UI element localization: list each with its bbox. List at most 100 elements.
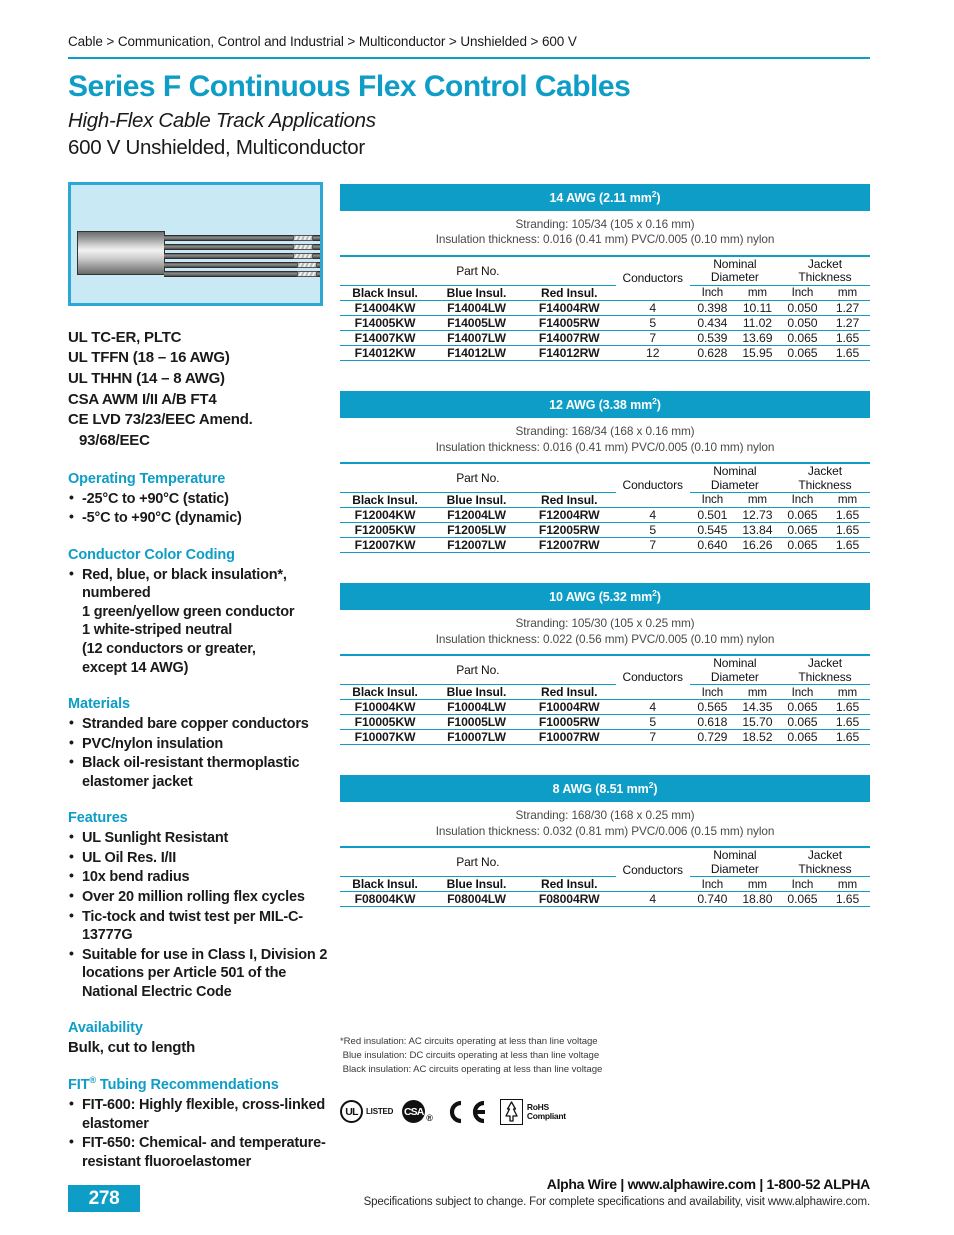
tree-icon [499, 1098, 523, 1125]
footnotes: *Red insulation: AC circuits operating a… [340, 1035, 870, 1077]
col-jacket-mm: mm [824, 684, 870, 701]
cell-jacket-mm: 1.65 [824, 345, 870, 361]
table-row: F12005KW F12005LW F12005RW 5 0.545 13.84… [340, 522, 870, 538]
cell-black-insul: F08004KW [340, 891, 431, 908]
page-number-badge: 278 [68, 1185, 140, 1212]
col-group-nominal-diameter: Nominal Diameter [689, 464, 780, 493]
copper-strand-icon [297, 270, 317, 277]
cell-black-insul: F14007KW [340, 330, 431, 346]
cell-diameter-mm: 16.26 [734, 537, 780, 553]
cell-jacket-inch: 0.065 [779, 507, 825, 523]
section-heading-conductor-color-coding: Conductor Color Coding [68, 546, 235, 563]
approval-item: CSA AWM I/II A/B FT4 [68, 390, 217, 408]
specifications-list: UL TC-ER, PLTC UL TFFN (18 – 16 AWG) UL … [68, 328, 330, 1172]
fit-heading-rest: Tubing Recommendations [96, 1077, 279, 1094]
ul-icon: UL [340, 1100, 363, 1124]
cell-red-insul: F14012RW [522, 345, 616, 361]
breadcrumb-divider [68, 57, 870, 59]
cell-diameter-mm: 18.52 [734, 729, 780, 746]
cell-blue-insul: F14012LW [430, 345, 523, 361]
cell-conductors: 5 [615, 315, 690, 331]
ul-listed-label: LISTED [366, 1107, 394, 1117]
cell-red-insul: F14007RW [522, 330, 616, 346]
cell-diameter-mm: 12.73 [734, 507, 780, 523]
cell-diameter-mm: 14.35 [734, 699, 780, 716]
table-row: F14004KW F14004LW F14004RW 4 0.398 10.11… [340, 300, 870, 316]
spec-table: Part No. Conductors Nominal Diameter Jac… [340, 462, 870, 553]
awg-table-block: 10 AWG (5.32 mm2) Stranding: 105/30 (105… [340, 582, 870, 746]
cell-conductors: 5 [615, 522, 690, 538]
cell-blue-insul: F10004LW [430, 699, 523, 716]
cell-diameter-inch: 0.628 [689, 345, 735, 361]
ce-mark-icon [444, 1099, 486, 1125]
cell-diameter-mm: 10.11 [734, 300, 780, 316]
cell-diameter-inch: 0.539 [689, 330, 735, 346]
cell-red-insul: F14005RW [522, 315, 616, 331]
cell-jacket-mm: 1.65 [824, 729, 870, 746]
cell-black-insul: F14004KW [340, 300, 431, 316]
col-red-insul: Red Insul. [522, 684, 616, 701]
section-heading-fit-tubing: FIT® Tubing Recommendations [68, 1075, 330, 1093]
approval-item: UL TFFN (18 – 16 AWG) [68, 349, 230, 367]
stranding-text: Stranding: 105/34 (105 x 0.16 mm) [515, 216, 695, 231]
cell-diameter-mm: 11.02 [734, 315, 780, 331]
col-jacket-inch: Inch [779, 876, 825, 893]
insulation-text: Insulation thickness: 0.022 (0.56 mm) PV… [435, 631, 775, 646]
stranding-text: Stranding: 105/30 (105 x 0.25 mm) [515, 616, 695, 631]
cell-black-insul: F12004KW [340, 507, 431, 523]
cell-jacket-mm: 1.27 [824, 300, 870, 316]
cell-red-insul: F12005RW [522, 522, 616, 538]
cell-red-insul: F14004RW [522, 300, 616, 316]
right-column: 14 AWG (2.11 mm2) Stranding: 105/34 (105… [340, 183, 870, 1125]
cell-diameter-inch: 0.501 [689, 507, 735, 523]
table-row: F10004KW F10004LW F10004RW 4 0.565 14.35… [340, 699, 870, 716]
approval-item: CE LVD 73/23/EEC Amend. [68, 411, 253, 429]
awg-table-block: 12 AWG (3.38 mm2) Stranding: 168/34 (168… [340, 390, 870, 553]
col-group-conductors: Conductors [615, 657, 690, 701]
col-black-insul: Black Insul. [340, 285, 431, 301]
col-jacket-inch: Inch [779, 492, 825, 508]
conductor-color-coding-list: Red, blue, or black insulation*, numbere… [68, 565, 330, 677]
footnote-line: *Red insulation: AC circuits operating a… [340, 1036, 598, 1048]
col-red-insul: Red Insul. [522, 876, 616, 893]
col-group-conductors: Conductors [615, 465, 690, 508]
col-group-nominal-diameter: Nominal Diameter [689, 656, 780, 686]
awg-band-label: 10 AWG (5.32 mm [549, 590, 653, 605]
materials-list: Stranded bare copper conductors PVC/nylo… [68, 714, 330, 791]
cell-conductors: 7 [615, 330, 690, 346]
col-diameter-mm: mm [734, 684, 780, 701]
section-heading-materials: Materials [68, 696, 130, 713]
col-red-insul: Red Insul. [522, 492, 616, 508]
csa-registered-mark: ® [426, 1113, 433, 1124]
cell-conductors: 12 [615, 345, 690, 361]
cell-blue-insul: F12005LW [430, 522, 523, 538]
col-jacket-mm: mm [824, 492, 870, 508]
table-row: F08004KW F08004LW F08004RW 4 0.740 18.80… [340, 891, 870, 908]
cell-black-insul: F14012KW [340, 345, 431, 361]
insulation-text: Insulation thickness: 0.016 (0.41 mm) PV… [435, 439, 775, 454]
cell-blue-insul: F14004LW [430, 300, 523, 316]
awg-band-title: 14 AWG (2.11 mm2) [340, 183, 870, 211]
page-subtitle-secondary: 600 V Unshielded, Multiconductor [68, 136, 365, 160]
col-diameter-inch: Inch [689, 876, 735, 893]
left-column: UL TC-ER, PLTC UL TFFN (18 – 16 AWG) UL … [68, 181, 330, 1173]
table-body: F12004KW F12004LW F12004RW 4 0.501 12.73… [340, 507, 870, 553]
footer-brand[interactable]: Alpha Wire | www.alphawire.com | 1-800-5… [364, 1176, 871, 1192]
breadcrumb[interactable]: Cable > Communication, Control and Indus… [68, 0, 870, 49]
awg-band-title: 10 AWG (5.32 mm2) [340, 582, 870, 611]
col-diameter-inch: Inch [689, 285, 735, 301]
cell-jacket-inch: 0.050 [779, 315, 825, 331]
fit-heading-main: FIT [68, 1077, 90, 1094]
features-list: UL Sunlight Resistant UL Oil Res. I/II 1… [68, 828, 330, 1001]
cell-diameter-inch: 0.545 [689, 522, 735, 538]
table-row: F10007KW F10007LW F10007RW 7 0.729 18.52… [340, 729, 870, 746]
cell-blue-insul: F10005LW [430, 714, 523, 731]
cell-red-insul: F10007RW [522, 729, 616, 746]
superscript-2: 2 [652, 395, 657, 406]
cell-red-insul: F10004RW [522, 699, 616, 716]
cell-jacket-inch: 0.065 [779, 537, 825, 553]
footer-info: Alpha Wire | www.alphawire.com | 1-800-5… [364, 1176, 871, 1208]
ul-listed-logo: UL LISTED [340, 1100, 394, 1124]
cell-jacket-inch: 0.065 [779, 714, 825, 731]
col-group-part-no: Part No. [340, 849, 616, 878]
